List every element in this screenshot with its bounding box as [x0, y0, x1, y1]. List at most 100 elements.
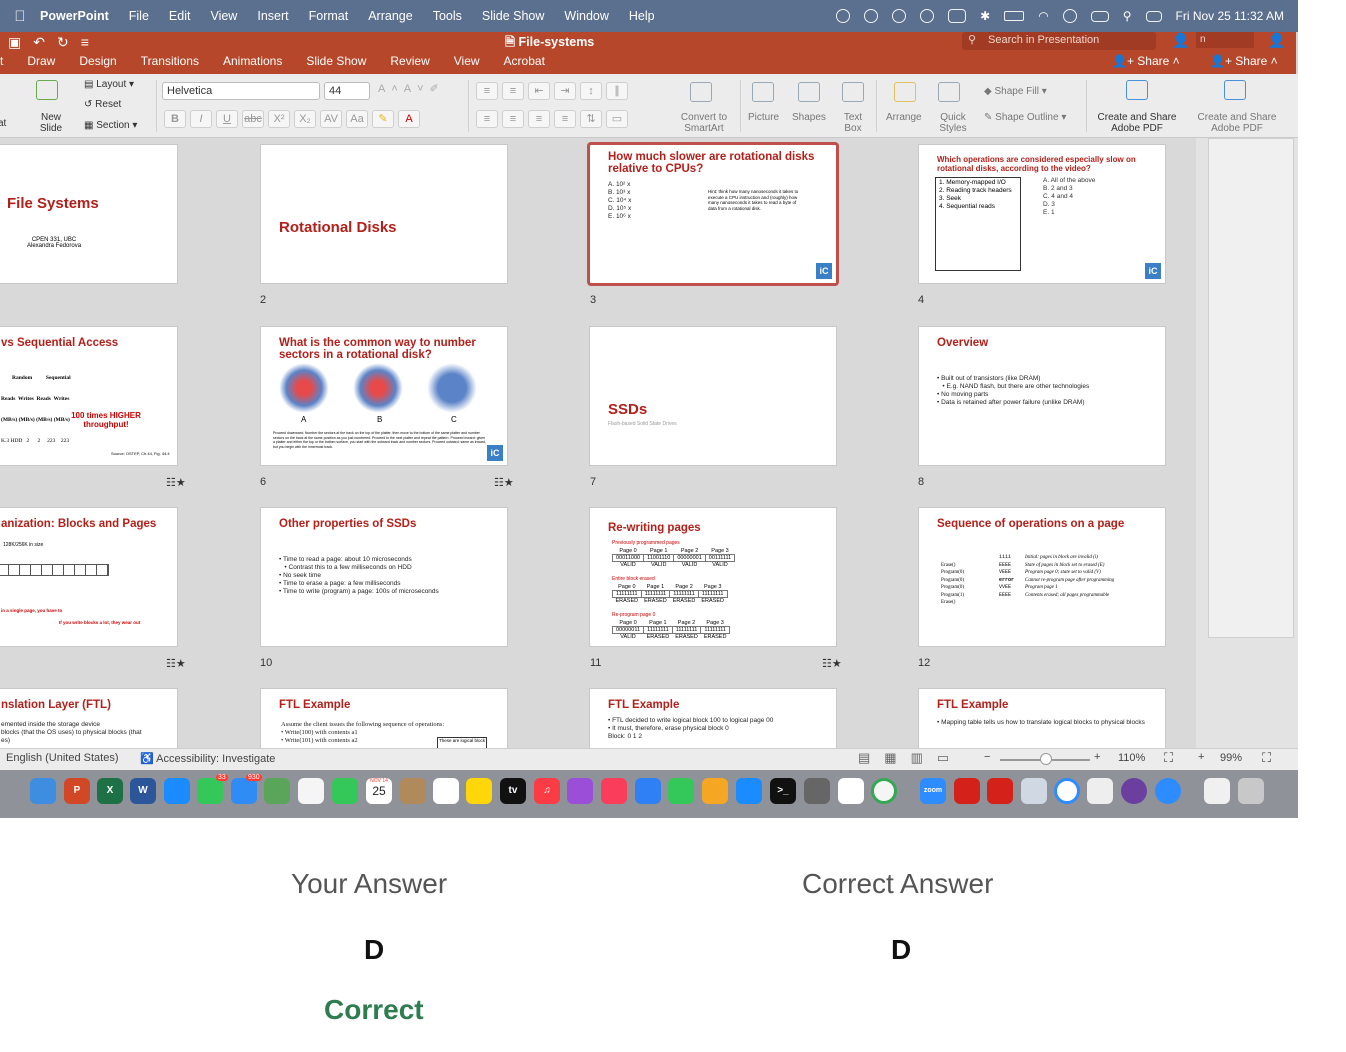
tab-review[interactable]: Review — [390, 54, 429, 74]
zoom-in-button[interactable]: + — [1094, 751, 1100, 763]
facetime-icon[interactable] — [332, 778, 358, 804]
customize-icon[interactable]: ≡ — [81, 34, 101, 50]
keynote-icon[interactable] — [635, 778, 661, 804]
spotlight-icon[interactable]: ⚲ — [1123, 9, 1132, 23]
share-button[interactable]: 👤+ Share ˄ — [1112, 54, 1180, 68]
user-icon[interactable] — [1062, 9, 1077, 23]
zoom-level[interactable]: 110% — [1118, 752, 1145, 764]
view-buttons[interactable]: ▤▦▥▭ — [858, 750, 963, 766]
powerpoint-icon[interactable]: P — [64, 778, 90, 804]
adobe-pdf-icon[interactable] — [1126, 80, 1148, 100]
zoom-status-icon[interactable] — [836, 9, 851, 23]
cloud-icon[interactable] — [1155, 778, 1181, 804]
apple-icon[interactable]:  — [0, 8, 40, 25]
slide-5[interactable]: vs Sequential Access Random Sequential R… — [0, 326, 178, 466]
tab-insert[interactable]: rt — [0, 54, 3, 74]
quick-styles-icon[interactable] — [938, 82, 960, 102]
arrange-icon[interactable] — [894, 82, 916, 102]
slide-6[interactable]: What is the common way to number sectors… — [260, 326, 508, 466]
safari-icon[interactable] — [164, 778, 190, 804]
screen-record-icon[interactable] — [920, 9, 935, 23]
slide-15[interactable]: FTL Example • FTL decided to write logic… — [589, 688, 837, 748]
zoom-in-button-2[interactable]: + — [1198, 751, 1204, 763]
underline-icon[interactable]: U — [216, 110, 238, 128]
accessibility-status[interactable]: ♿ Accessibility: Investigate — [140, 752, 275, 765]
menu-help[interactable]: Help — [629, 9, 655, 23]
align-right-icon[interactable]: ≡ — [528, 110, 550, 128]
preview-icon[interactable] — [1021, 778, 1047, 804]
char-spacing-icon[interactable]: AV — [320, 110, 342, 128]
menu-tools[interactable]: Tools — [433, 9, 462, 23]
slide-10[interactable]: Other properties of SSDs • Time to read … — [260, 507, 508, 647]
emacs-icon[interactable] — [1121, 778, 1147, 804]
align-left-icon[interactable]: ≡ — [476, 110, 498, 128]
new-slide-icon[interactable] — [36, 80, 58, 100]
system-settings-icon[interactable] — [804, 778, 830, 804]
slack-icon[interactable] — [838, 778, 864, 804]
shapes-icon[interactable] — [798, 82, 820, 102]
wifi-icon[interactable]: ◠ — [1038, 9, 1048, 23]
apple-tv-icon[interactable]: tv — [500, 778, 526, 804]
ribbon-format-label[interactable]: at — [0, 118, 6, 129]
font-color-icon[interactable]: A — [398, 110, 420, 128]
slide-2[interactable]: Rotational Disks — [260, 144, 508, 284]
smartart-icon[interactable] — [690, 82, 712, 102]
terminal-icon[interactable]: >_ — [770, 778, 796, 804]
picture-icon[interactable] — [752, 82, 774, 102]
second-search-field[interactable]: n — [1196, 32, 1254, 48]
control-center-icon[interactable] — [1145, 10, 1162, 22]
excel-icon[interactable]: X — [97, 778, 123, 804]
shape-outline-button[interactable]: ✎ Shape Outline ▾ — [984, 112, 1066, 123]
new-slide-button[interactable]: New Slide — [36, 112, 66, 134]
text-box-button[interactable]: Text Box — [840, 112, 866, 134]
downloads-icon[interactable] — [1204, 778, 1230, 804]
adobe-pdf-icon-2[interactable] — [1224, 80, 1246, 100]
zoom-icon[interactable]: zoom — [920, 778, 946, 804]
slide-9[interactable]: anization: Blocks and Pages 128K/256K in… — [0, 507, 178, 647]
mail-icon[interactable] — [231, 778, 257, 804]
font-grow-shrink-icons[interactable]: A˄A˅✐ — [378, 84, 445, 95]
italic-icon[interactable]: I — [190, 110, 212, 128]
superscript-icon[interactable]: X² — [268, 110, 290, 128]
podcasts-icon[interactable] — [567, 778, 593, 804]
slide-3[interactable]: How much slower are rotational disks rel… — [587, 142, 839, 286]
convert-smartart-button[interactable]: Convert to SmartArt — [676, 112, 732, 134]
maps-icon[interactable] — [264, 778, 290, 804]
numbers-icon[interactable] — [668, 778, 694, 804]
sync-app-icon[interactable] — [1054, 778, 1080, 804]
tab-transitions[interactable]: Transitions — [141, 54, 199, 74]
finder-icon[interactable] — [30, 778, 56, 804]
menu-format[interactable]: Format — [309, 9, 349, 23]
news-icon[interactable] — [601, 778, 627, 804]
strikethrough-icon[interactable]: abc — [242, 110, 264, 128]
window-icon[interactable] — [948, 9, 967, 23]
menu-slide-show[interactable]: Slide Show — [482, 9, 545, 23]
sync-icon[interactable] — [864, 9, 879, 23]
menu-edit[interactable]: Edit — [169, 9, 191, 23]
word-icon[interactable]: W — [130, 778, 156, 804]
reset-button[interactable]: ↺ Reset — [84, 99, 121, 110]
tab-draw[interactable]: Draw — [27, 54, 55, 74]
battery-icon[interactable] — [1004, 11, 1025, 21]
create-share-pdf-button[interactable]: Create and Share Adobe PDF — [1094, 112, 1180, 134]
menu-file[interactable]: File — [129, 9, 149, 23]
language-status[interactable]: English (United States) — [6, 752, 119, 764]
acrobat-icon[interactable] — [954, 778, 980, 804]
quick-styles-button[interactable]: Quick Styles — [936, 112, 970, 134]
slide-11[interactable]: Re-writing pages Previously programmed p… — [589, 507, 837, 647]
picture-button[interactable]: Picture — [748, 112, 779, 123]
tab-slide-show[interactable]: Slide Show — [306, 54, 366, 74]
text-direction-icon[interactable]: ⇅ — [580, 110, 602, 128]
increase-indent-icon[interactable]: ⇥ — [554, 82, 576, 100]
search-field[interactable]: ⚲ Search in Presentation — [962, 32, 1156, 50]
zoom-out-button[interactable]: − — [984, 751, 990, 763]
bluetooth-icon[interactable]: ✱ — [980, 9, 990, 23]
slide-16[interactable]: FTL Example • Mapping table tells us how… — [918, 688, 1166, 748]
chrome-icon[interactable] — [871, 778, 897, 804]
arrange-button[interactable]: Arrange — [886, 112, 922, 123]
menu-window[interactable]: Window — [564, 9, 608, 23]
subscript-icon[interactable]: X₂ — [294, 110, 316, 128]
calendar-icon[interactable]: NOV 14 25 — [366, 778, 392, 804]
save-icon[interactable]: ▣ — [8, 34, 33, 50]
columns-icon[interactable]: ∥ — [606, 82, 628, 100]
